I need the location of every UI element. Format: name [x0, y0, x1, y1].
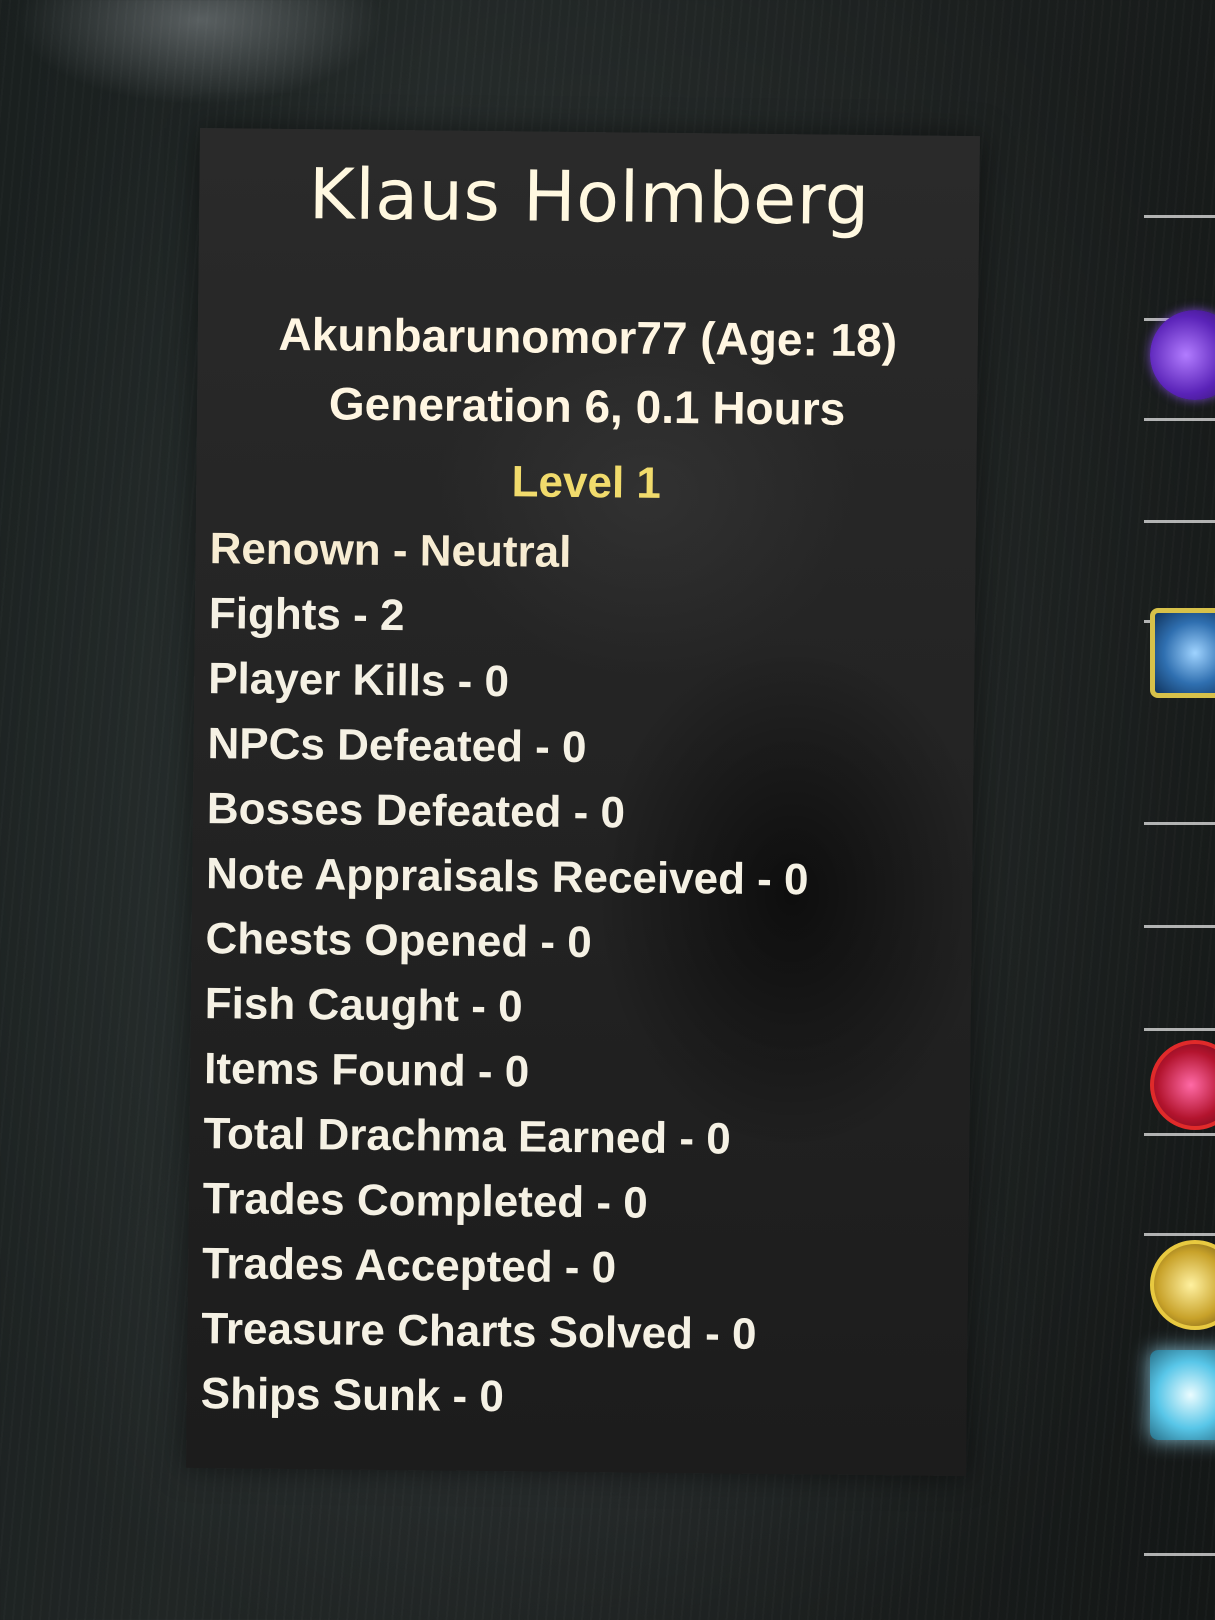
stat-treasure-charts-solved: Treasure Charts Solved - 0: [201, 1304, 757, 1359]
player-stats-panel: Klaus Holmberg Akunbarunomor77 (Age: 18)…: [185, 128, 980, 1477]
stat-list: Renown - Neutral Fights - 2 Player Kills…: [200, 516, 812, 1432]
stat-npcs-defeated: NPCs Defeated - 0: [207, 719, 587, 773]
stat-total-drachma-earned: Total Drachma Earned - 0: [203, 1109, 732, 1164]
account-name: Akunbarunomor77 (Age: 18): [278, 307, 898, 367]
stat-trades-accepted: Trades Accepted - 0: [201, 1239, 617, 1293]
side-hotbar: [1140, 0, 1215, 1620]
level-label: Level 1: [511, 457, 662, 508]
gold-orb-icon[interactable]: [1150, 1240, 1215, 1330]
blue-shield-icon[interactable]: [1150, 608, 1215, 698]
hotbar-divider: [1144, 822, 1215, 825]
hotbar-divider: [1144, 215, 1215, 218]
hotbar-divider: [1144, 1553, 1215, 1556]
stat-bosses-defeated: Bosses Defeated - 0: [206, 784, 626, 838]
stat-renown: Renown - Neutral: [209, 524, 572, 577]
purple-orb-icon[interactable]: [1150, 310, 1215, 400]
stat-note-appraisals-received: Note Appraisals Received - 0: [205, 849, 809, 905]
stat-fish-caught: Fish Caught - 0: [204, 979, 523, 1032]
hotbar-divider: [1144, 1028, 1215, 1031]
stat-ships-sunk: Ships Sunk - 0: [200, 1369, 505, 1422]
hotbar-divider: [1144, 520, 1215, 523]
character-name: Klaus Holmberg: [308, 153, 871, 242]
stat-fights: Fights - 2: [208, 589, 405, 641]
stat-player-kills: Player Kills - 0: [207, 654, 510, 707]
generation-info: Generation 6, 0.1 Hours: [328, 377, 846, 435]
hotbar-divider: [1144, 1133, 1215, 1136]
stat-trades-completed: Trades Completed - 0: [202, 1174, 649, 1228]
stat-chests-opened: Chests Opened - 0: [205, 914, 593, 968]
red-orb-icon[interactable]: [1150, 1040, 1215, 1130]
hotbar-divider: [1144, 925, 1215, 928]
hotbar-divider: [1144, 1233, 1215, 1236]
stat-items-found: Items Found - 0: [203, 1044, 530, 1097]
cyan-crystal-icon[interactable]: [1150, 1350, 1215, 1440]
hotbar-divider: [1144, 418, 1215, 421]
